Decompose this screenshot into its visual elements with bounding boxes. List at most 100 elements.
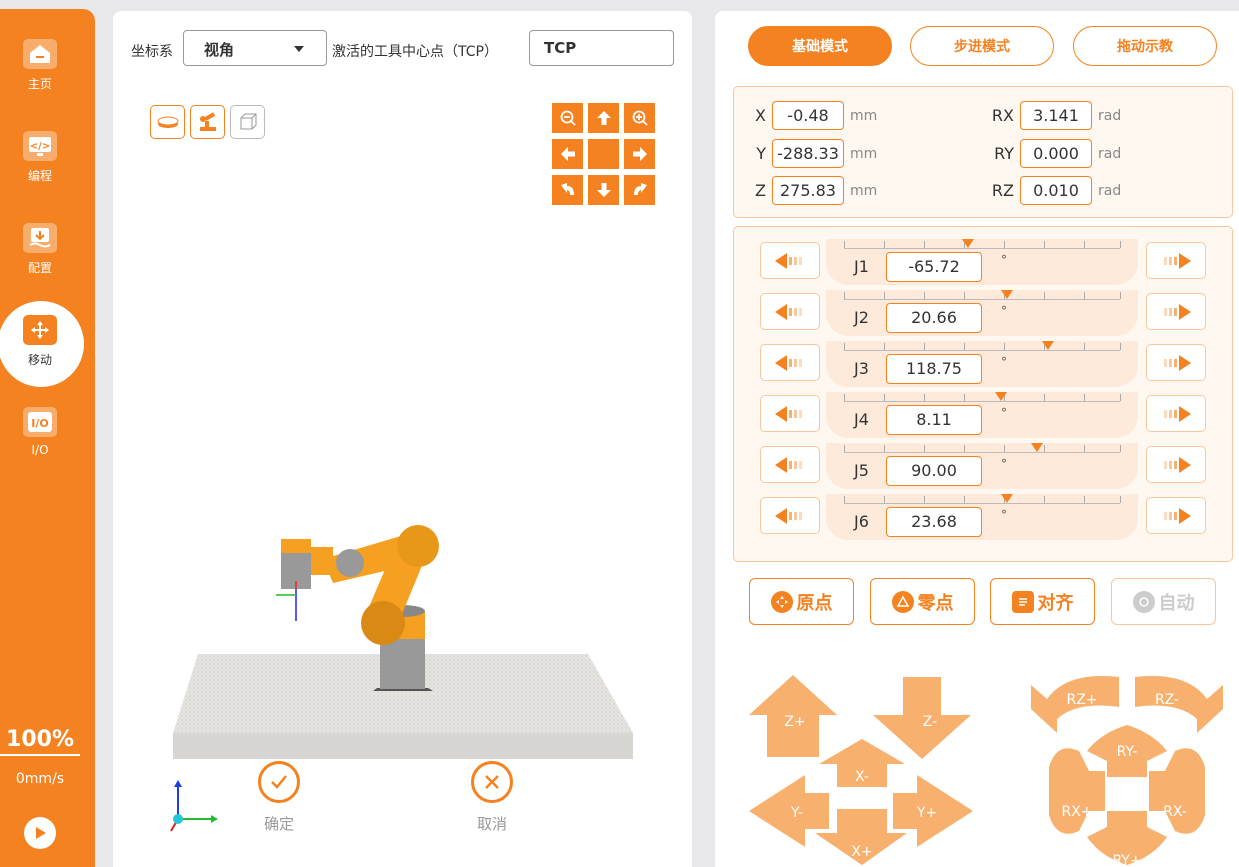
reset-view-button[interactable] (588, 139, 619, 169)
jog-rx-plus-button[interactable]: RX+ (1049, 748, 1105, 834)
joint-value-input[interactable]: -65.72 (886, 252, 982, 282)
pan-down-button[interactable] (588, 175, 619, 205)
pose-ry-input[interactable]: 0.000 (1020, 139, 1092, 168)
code-icon: </> (23, 131, 57, 161)
joint-decrease-button[interactable] (760, 242, 820, 279)
tab-drag-teach[interactable]: 拖动示教 (1073, 26, 1217, 66)
joint-position-marker (1000, 290, 1013, 299)
zoom-in-icon (632, 110, 648, 126)
zero-position-icon (891, 590, 914, 613)
jog-ry-plus-button[interactable]: RY+ (1087, 811, 1167, 867)
pan-left-button[interactable] (552, 139, 583, 169)
zoom-in-button[interactable] (624, 103, 655, 133)
joint-unit: ° (1001, 406, 1007, 420)
joint-scale-tick (1084, 292, 1085, 299)
pose-y-input[interactable]: -288.33 (772, 139, 844, 168)
joint-increase-button[interactable] (1146, 446, 1206, 483)
rotate-right-button[interactable] (624, 175, 655, 205)
pose-rz-unit: rad (1098, 182, 1122, 199)
jog-ry-minus-button[interactable]: RY- (1087, 725, 1167, 777)
joint-scale-tick (1120, 343, 1121, 350)
pose-rz-label: RZ (991, 181, 1014, 200)
jog-y-minus-button[interactable]: Y- (749, 775, 829, 847)
speed-percent[interactable]: 100% (0, 727, 80, 756)
joint-decrease-button[interactable] (760, 395, 820, 432)
axis-gizmo (170, 780, 218, 832)
tcp-select[interactable]: TCP (529, 30, 674, 66)
sidebar-item-io[interactable]: I/O I/O (0, 407, 80, 457)
rotate-left-button[interactable] (552, 175, 583, 205)
pan-up-button[interactable] (588, 103, 619, 133)
jog-rz-minus-button[interactable]: RZ- (1135, 675, 1223, 733)
play-icon (36, 827, 46, 839)
auto-button[interactable]: 自动 (1111, 578, 1216, 625)
cancel-button[interactable]: 取消 (471, 761, 513, 834)
sidebar-item-config[interactable]: 配置 (0, 223, 80, 276)
pose-rx-row: RX 3.141 rad (984, 101, 1121, 130)
home-position-button[interactable]: 原点 (749, 578, 854, 625)
joint-decrease-button[interactable] (760, 293, 820, 330)
rotary-jog-pad: RZ+ RZ- RY- RX+ RX- RY+ (1031, 675, 1223, 867)
joint-label: J4 (854, 410, 869, 429)
joint-increase-button[interactable] (1146, 242, 1206, 279)
play-button[interactable] (24, 817, 56, 849)
joint-track: J2 20.66 ° (826, 290, 1138, 336)
pose-z-input[interactable]: 275.83 (772, 176, 844, 205)
pose-z-unit: mm (850, 182, 878, 199)
tab-basic-mode[interactable]: 基础模式 (748, 26, 892, 66)
joint-value-input[interactable]: 23.68 (886, 507, 982, 537)
sidebar-item-program[interactable]: </> 编程 (0, 131, 80, 184)
zero-position-button[interactable]: 零点 (870, 578, 975, 625)
view-robot-button[interactable] (190, 105, 225, 139)
joint-scale-tick (844, 343, 845, 350)
robot-3d-scene[interactable] (173, 511, 633, 761)
joint-value-input[interactable]: 8.11 (886, 405, 982, 435)
zoom-out-button[interactable] (552, 103, 583, 133)
jog-rz-plus-button[interactable]: RZ+ (1031, 675, 1119, 733)
joint-scale-tick (1044, 496, 1045, 503)
joint-scale-tick (844, 496, 845, 503)
pose-rx-input[interactable]: 3.141 (1020, 101, 1092, 130)
joint-decrease-button[interactable] (760, 344, 820, 381)
joint-value-input[interactable]: 118.75 (886, 354, 982, 384)
jog-rx-minus-label: RX- (1163, 804, 1187, 820)
joint-unit: ° (1001, 304, 1007, 318)
pose-rz-input[interactable]: 0.010 (1020, 176, 1092, 205)
sidebar-item-move[interactable]: 移动 (0, 315, 80, 368)
tab-step-mode[interactable]: 步进模式 (910, 26, 1054, 66)
joint-increase-button[interactable] (1146, 395, 1206, 432)
joint-decrease-button[interactable] (760, 497, 820, 534)
jog-y-plus-button[interactable]: Y+ (893, 775, 973, 847)
home-position-label: 原点 (796, 592, 833, 614)
jog-x-minus-button[interactable]: X- (819, 739, 905, 787)
pose-x-row: X -0.48 mm (746, 101, 877, 130)
sidebar-item-home[interactable]: 主页 (0, 39, 80, 92)
joint-increase-button[interactable] (1146, 293, 1206, 330)
pan-right-button[interactable] (624, 139, 655, 169)
jog-y-minus-label: Y- (790, 805, 803, 821)
joint-scale-tick (1004, 241, 1005, 248)
check-icon (258, 761, 300, 803)
jog-z-minus-button[interactable]: Z- (873, 677, 971, 759)
joint-increase-button[interactable] (1146, 344, 1206, 381)
jog-left-icon (775, 456, 802, 473)
joint-scale-tick (1120, 496, 1121, 503)
joint-scale-tick (1044, 445, 1045, 452)
joint-value-input[interactable]: 20.66 (886, 303, 982, 333)
joint-increase-button[interactable] (1146, 497, 1206, 534)
view-floor-button[interactable] (150, 105, 185, 139)
joint-decrease-button[interactable] (760, 446, 820, 483)
joint-scale-tick (964, 394, 965, 401)
jog-rx-minus-button[interactable]: RX- (1149, 748, 1205, 834)
pose-x-input[interactable]: -0.48 (772, 101, 844, 130)
view-box-button[interactable] (230, 105, 265, 139)
joint-value-input[interactable]: 90.00 (886, 456, 982, 486)
align-button[interactable]: 对齐 (990, 578, 1095, 625)
rotate-left-icon (560, 183, 574, 195)
coord-system-select[interactable]: 视角 (183, 30, 327, 66)
close-icon (471, 761, 513, 803)
jog-x-plus-label: X+ (851, 844, 872, 860)
joint-scale-tick (924, 292, 925, 299)
jog-z-plus-button[interactable]: Z+ (749, 675, 837, 757)
confirm-button[interactable]: 确定 (258, 761, 300, 834)
